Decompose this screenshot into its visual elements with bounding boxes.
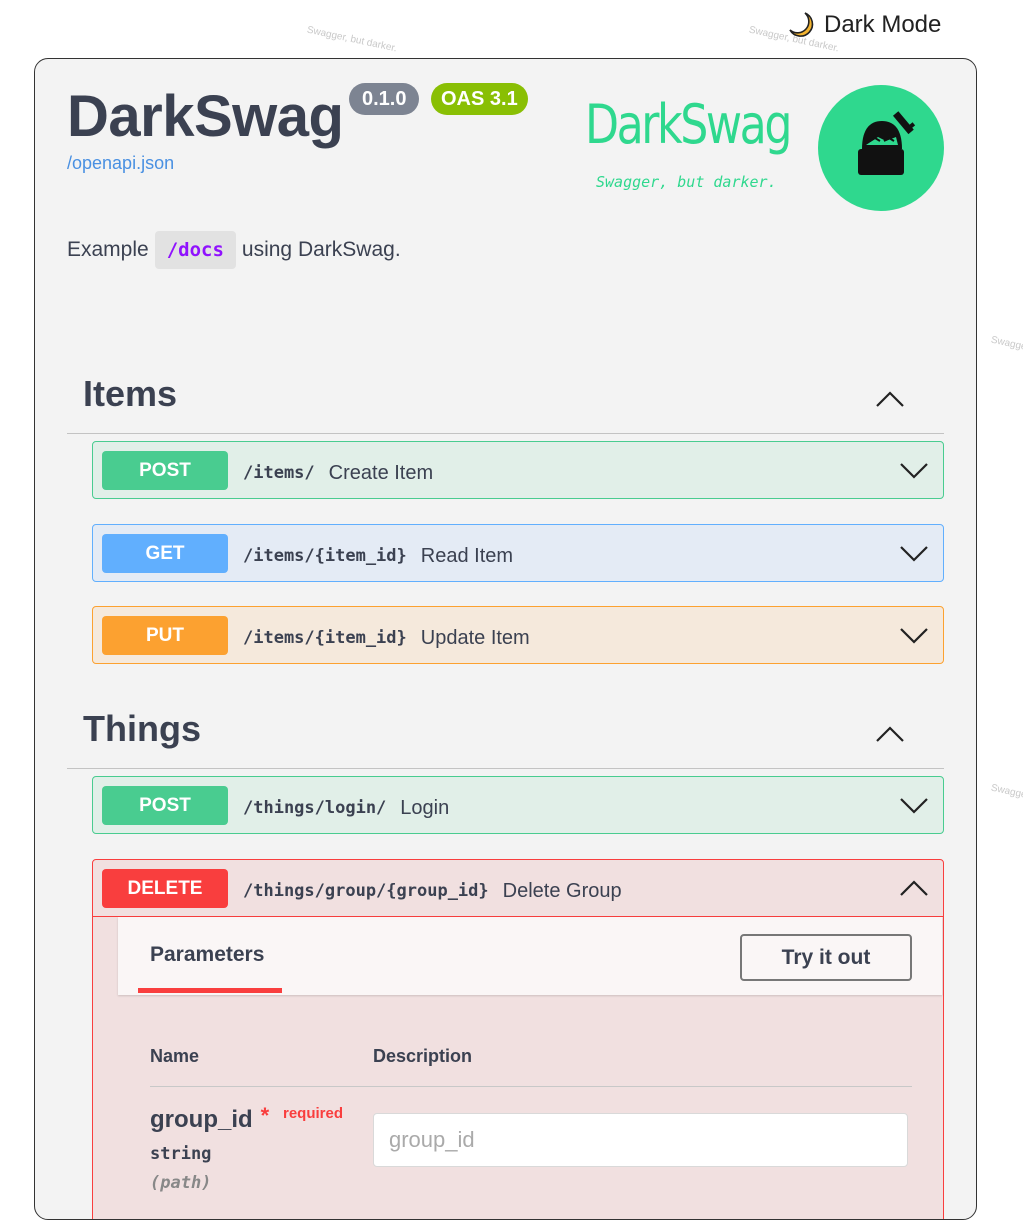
parameters-bar: Parameters Try it out xyxy=(118,917,942,995)
op-get-item[interactable]: GET /items/{item_id} Read Item xyxy=(92,524,944,582)
method-badge: POST xyxy=(102,786,228,825)
chevron-down-icon[interactable] xyxy=(899,795,929,815)
moon-icon xyxy=(789,12,814,37)
brand-tagline: Swagger, but darker. xyxy=(596,173,777,191)
method-badge: DELETE xyxy=(102,869,228,908)
brand-name: DarkSwag xyxy=(585,93,792,156)
desc-prefix: Example xyxy=(67,238,149,261)
chevron-down-icon[interactable] xyxy=(899,460,929,480)
op-path: /things/group/{group_id} xyxy=(243,881,489,901)
required-star: * xyxy=(260,1103,270,1128)
method-badge: POST xyxy=(102,451,228,490)
watermark-text: Swagger, but darker. xyxy=(305,24,398,55)
op-summary: Delete Group xyxy=(502,880,622,902)
chevron-down-icon[interactable] xyxy=(899,543,929,563)
chevron-up-icon[interactable] xyxy=(875,724,905,744)
tab-parameters[interactable]: Parameters xyxy=(150,943,264,967)
watermark-text: Swagger, but darker. xyxy=(989,782,1023,813)
param-type: string xyxy=(150,1144,212,1164)
divider xyxy=(150,1086,912,1087)
tag-things-header[interactable]: Things xyxy=(67,700,944,769)
tag-things-title: Things xyxy=(83,708,201,749)
desc-suffix: using DarkSwag. xyxy=(241,238,401,261)
op-delete-group-header[interactable]: DELETE /things/group/{group_id} Delete Gr… xyxy=(93,860,943,917)
op-put-item[interactable]: PUT /items/{item_id} Update Item xyxy=(92,606,944,664)
oas-badge: OAS 3.1 xyxy=(431,83,528,115)
column-header-description: Description xyxy=(373,1046,473,1066)
param-location: (path) xyxy=(150,1173,212,1193)
op-post-login[interactable]: POST /things/login/Login xyxy=(92,776,944,834)
docs-code: /docs xyxy=(154,231,236,269)
group-id-input[interactable] xyxy=(373,1113,908,1167)
ninja-logo-icon xyxy=(818,85,944,211)
docs-panel: DarkSwag 0.1.0 OAS 3.1 /openapi.json Dar… xyxy=(34,58,977,1220)
try-it-out-button[interactable]: Try it out xyxy=(740,934,912,981)
chevron-up-icon[interactable] xyxy=(899,878,929,898)
api-description: Example /docs using DarkSwag. xyxy=(67,231,401,269)
dark-mode-toggle[interactable]: Dark Mode xyxy=(786,10,941,40)
tab-active-underline xyxy=(138,988,282,993)
op-path: /things/login/ xyxy=(243,798,387,818)
method-badge: GET xyxy=(102,534,228,573)
column-header-name: Name xyxy=(150,1046,200,1066)
op-summary: Read Item xyxy=(420,545,514,567)
chevron-up-icon[interactable] xyxy=(875,389,905,409)
op-summary: Update Item xyxy=(420,627,530,649)
page-title: DarkSwag xyxy=(67,84,344,149)
param-name: group_id * xyxy=(150,1103,270,1134)
tag-items-header[interactable]: Items xyxy=(67,365,944,434)
op-path: /items/{item_id} xyxy=(243,628,407,648)
required-label: required xyxy=(283,1105,344,1122)
version-badge: 0.1.0 xyxy=(349,83,420,115)
op-delete-group: DELETE /things/group/{group_id} Delete Gr… xyxy=(92,859,944,1219)
method-badge: PUT xyxy=(102,616,228,655)
param-name-text: group_id xyxy=(150,1106,253,1133)
op-path: /items/{item_id} xyxy=(243,546,407,566)
op-summary: Login xyxy=(400,797,450,819)
openapi-json-link[interactable]: /openapi.json xyxy=(67,153,174,174)
tag-items-title: Items xyxy=(83,373,178,414)
dark-mode-label: Dark Mode xyxy=(824,11,942,38)
chevron-down-icon[interactable] xyxy=(899,625,929,645)
watermark-text: Swagger, but darker. xyxy=(989,334,1023,365)
op-post-items[interactable]: POST /items/Create Item xyxy=(92,441,944,499)
op-path: /items/ xyxy=(243,463,315,483)
op-summary: Create Item xyxy=(328,462,434,484)
